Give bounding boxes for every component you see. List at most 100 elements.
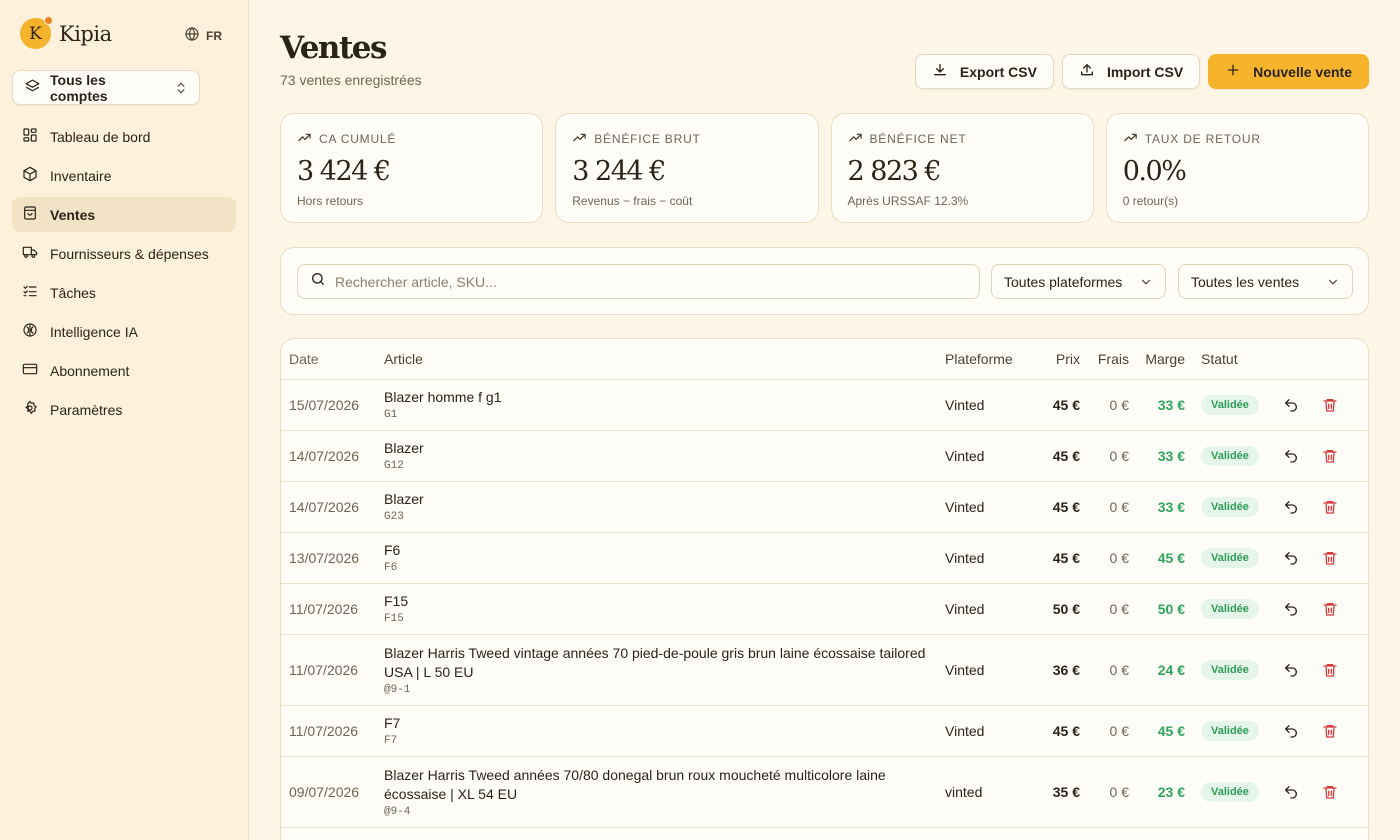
column-header-date[interactable]: Date bbox=[281, 339, 376, 380]
brand[interactable]: K Kipia bbox=[20, 16, 112, 49]
sales-filter-select[interactable]: Toutes les ventes bbox=[1178, 264, 1353, 299]
search-input[interactable] bbox=[335, 273, 967, 290]
platform-filter-select[interactable]: Toutes plateformes bbox=[991, 264, 1166, 299]
sidebar-item-tasks[interactable]: Tâches bbox=[12, 275, 236, 310]
sidebar-item-inventory[interactable]: Inventaire bbox=[12, 158, 236, 193]
export-csv-label: Export CSV bbox=[959, 63, 1037, 80]
trash-icon[interactable] bbox=[1322, 550, 1338, 566]
column-header-platform[interactable]: Plateforme bbox=[937, 339, 1039, 380]
table-row[interactable]: 14/07/2026 Blazer G12 Vinted 45 €0 €33 € Vali… bbox=[281, 430, 1368, 482]
undo-icon[interactable] bbox=[1283, 662, 1299, 678]
table-row[interactable]: 11/07/2026 F15 F15 Vinted 50 €0 €50 € Validée bbox=[281, 583, 1368, 635]
import-csv-button[interactable]: Import CSV bbox=[1061, 54, 1201, 89]
cell-platform: Vinted bbox=[937, 379, 1039, 431]
undo-icon[interactable] bbox=[1283, 448, 1299, 464]
trash-icon[interactable] bbox=[1322, 448, 1338, 464]
sidebar-item-suppliers[interactable]: Fournisseurs & dépenses bbox=[12, 236, 236, 271]
cell-status: Validée bbox=[1193, 634, 1273, 706]
cell-actions bbox=[1273, 481, 1368, 533]
status-badge: Validée bbox=[1201, 496, 1259, 517]
cell-fees: 0 € bbox=[1088, 481, 1137, 533]
cell-platform: Vinted bbox=[937, 430, 1039, 482]
article-sku: @9-1 bbox=[384, 683, 411, 696]
cell-article: Blazer G23 bbox=[376, 481, 937, 533]
new-sale-button[interactable]: Nouvelle vente bbox=[1208, 54, 1369, 89]
cell-fees: 0 € bbox=[1088, 583, 1137, 635]
trending-up-icon bbox=[572, 130, 587, 148]
sidebar-item-ai[interactable]: Intelligence IA bbox=[12, 314, 236, 349]
undo-icon[interactable] bbox=[1283, 784, 1299, 800]
sidebar-item-label: Abonnement bbox=[50, 362, 130, 379]
table-row[interactable]: 11/07/2026 Blazer Harris Tweed vintage an… bbox=[281, 634, 1368, 706]
cell-status: Validée bbox=[1193, 583, 1273, 635]
table-row[interactable]: 14/07/2026 Blazer G23 Vinted 45 €0 €33 € Vali… bbox=[281, 481, 1368, 533]
trash-icon[interactable] bbox=[1322, 601, 1338, 617]
undo-icon[interactable] bbox=[1283, 550, 1299, 566]
sidebar-item-dashboard[interactable]: Tableau de bord bbox=[12, 119, 236, 154]
undo-icon[interactable] bbox=[1283, 499, 1299, 515]
cell-platform: Vinted bbox=[937, 705, 1039, 757]
upload-icon bbox=[1079, 62, 1095, 81]
cell-margin: 50 € bbox=[1137, 583, 1193, 635]
trash-icon[interactable] bbox=[1322, 499, 1338, 515]
import-csv-label: Import CSV bbox=[1106, 63, 1184, 80]
trash-icon[interactable] bbox=[1322, 662, 1338, 678]
account-selector[interactable]: Tous les comptes bbox=[12, 70, 200, 105]
platform-filter-value: Toutes plateformes bbox=[1004, 273, 1123, 290]
cell-actions bbox=[1273, 705, 1368, 757]
cell-actions bbox=[1273, 583, 1368, 635]
cell-date: 13/07/2026 bbox=[281, 532, 376, 584]
status-badge: Validée bbox=[1201, 394, 1259, 415]
language-switcher[interactable]: FR bbox=[184, 26, 222, 45]
trending-up-icon bbox=[297, 130, 312, 148]
column-header-article[interactable]: Article bbox=[376, 339, 937, 380]
table-row[interactable]: 09/07/2026 Blazer Harris Tweed années 70/… bbox=[281, 756, 1368, 828]
table-row[interactable]: 15/07/2026 Blazer homme f g1 G1 Vinted 45 €0… bbox=[281, 379, 1368, 431]
sidebar-nav: Tableau de bord Inventaire Ventes Fourni… bbox=[12, 119, 236, 431]
cell-status: Validée bbox=[1193, 430, 1273, 482]
stat-label: Taux de retour bbox=[1144, 132, 1261, 146]
article-sku: @9-4 bbox=[384, 805, 411, 818]
cell-price: 45 € bbox=[1039, 532, 1088, 584]
export-csv-button[interactable]: Export CSV bbox=[914, 54, 1054, 89]
cell-platform: vinted bbox=[937, 756, 1039, 828]
trash-icon[interactable] bbox=[1322, 784, 1338, 800]
column-header-status[interactable]: Statut bbox=[1193, 339, 1273, 380]
table-row[interactable]: 13/07/2026 F6 F6 Vinted 45 €0 €45 € Validée bbox=[281, 532, 1368, 584]
sidebar-item-settings[interactable]: Paramètres bbox=[12, 392, 236, 427]
undo-icon[interactable] bbox=[1283, 601, 1299, 617]
table-body: 15/07/2026 Blazer homme f g1 G1 Vinted 45 €0… bbox=[281, 379, 1368, 828]
cell-fees: 0 € bbox=[1088, 705, 1137, 757]
table-row[interactable]: 11/07/2026 F7 F7 Vinted 45 €0 €45 € Validée bbox=[281, 705, 1368, 757]
sidebar-item-sales[interactable]: Ventes bbox=[12, 197, 236, 232]
trash-icon[interactable] bbox=[1322, 723, 1338, 739]
sidebar-item-label: Inventaire bbox=[50, 167, 112, 184]
cell-actions bbox=[1273, 634, 1368, 706]
undo-icon[interactable] bbox=[1283, 397, 1299, 413]
logo: K bbox=[20, 16, 53, 49]
cell-margin: 33 € bbox=[1137, 379, 1193, 431]
stat-card-net-profit: Bénéfice net 2 823 € Après URSSAF 12.3% bbox=[830, 113, 1094, 223]
stat-note: Revenus − frais − coût bbox=[572, 194, 693, 208]
box-icon bbox=[22, 166, 38, 185]
cell-status: Validée bbox=[1193, 756, 1273, 828]
cell-fees: 0 € bbox=[1088, 430, 1137, 482]
cell-margin: 33 € bbox=[1137, 481, 1193, 533]
cell-date: 09/07/2026 bbox=[281, 756, 376, 828]
status-badge: Validée bbox=[1201, 720, 1259, 741]
column-header-fees[interactable]: Frais bbox=[1088, 339, 1137, 380]
cell-date: 11/07/2026 bbox=[281, 583, 376, 635]
column-header-margin[interactable]: Marge bbox=[1137, 339, 1193, 380]
column-header-price[interactable]: Prix bbox=[1039, 339, 1088, 380]
sidebar-item-label: Tableau de bord bbox=[50, 128, 151, 145]
cell-article: F7 F7 bbox=[376, 705, 937, 757]
trash-icon[interactable] bbox=[1322, 397, 1338, 413]
undo-icon[interactable] bbox=[1283, 723, 1299, 739]
cell-fees: 0 € bbox=[1088, 756, 1137, 828]
cell-article: Blazer Harris Tweed vintage années 70 pi… bbox=[376, 634, 937, 706]
sidebar-item-subscription[interactable]: Abonnement bbox=[12, 353, 236, 388]
cell-price: 45 € bbox=[1039, 430, 1088, 482]
cell-article: F15 F15 bbox=[376, 583, 937, 635]
cell-status: Validée bbox=[1193, 379, 1273, 431]
cell-platform: Vinted bbox=[937, 583, 1039, 635]
